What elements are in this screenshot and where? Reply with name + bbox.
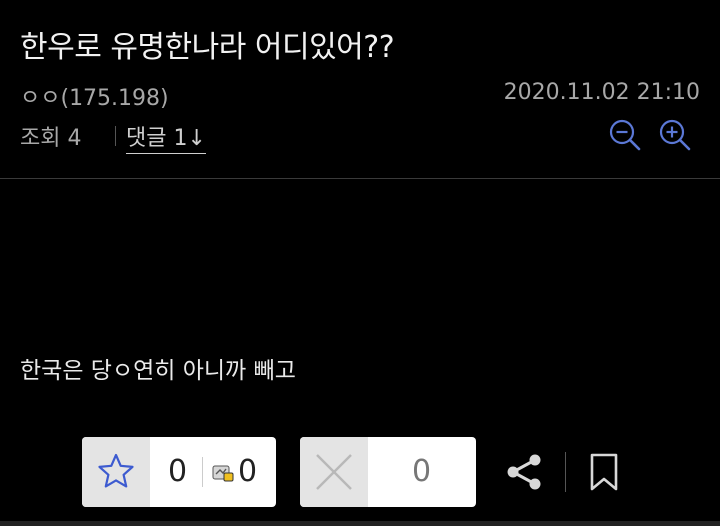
recommend-button[interactable] (82, 437, 150, 507)
header-divider (0, 178, 720, 179)
post-date: 2020.11.02 21:10 (503, 80, 700, 105)
dislike-box: 0 (300, 437, 476, 507)
author-name[interactable]: ㅇㅇ(175.198) (20, 80, 169, 112)
post-title: 한우로 유명한나라 어디있어?? (20, 30, 395, 65)
share-icon[interactable] (504, 452, 544, 492)
bottom-edge (0, 521, 720, 526)
stats-divider (115, 126, 116, 146)
comment-count-link[interactable]: 댓글 1↓ (126, 120, 206, 154)
recommend-divider (202, 457, 203, 487)
bookmark-icon[interactable] (587, 452, 621, 492)
post-body: 한국은 당ㅇ연히 아니까 빼고 (20, 358, 296, 384)
recommend-count: 0 (168, 454, 188, 489)
zoom-out-icon[interactable] (608, 118, 642, 152)
view-count: 조회 4 (20, 126, 82, 151)
fixed-recommend-count: 0 (238, 454, 258, 489)
dislike-button[interactable] (300, 437, 368, 507)
fixed-recommend-icon[interactable] (212, 464, 234, 482)
post-stats: 조회 4 댓글 1↓ (20, 118, 700, 156)
dislike-count: 0 (412, 454, 432, 489)
x-icon (316, 454, 352, 490)
zoom-in-icon[interactable] (658, 118, 692, 152)
post-meta: ㅇㅇ(175.198) 2020.11.02 21:10 (20, 80, 700, 112)
star-icon (98, 453, 134, 488)
recommend-box: 0 0 (82, 437, 276, 507)
action-divider (565, 452, 566, 492)
